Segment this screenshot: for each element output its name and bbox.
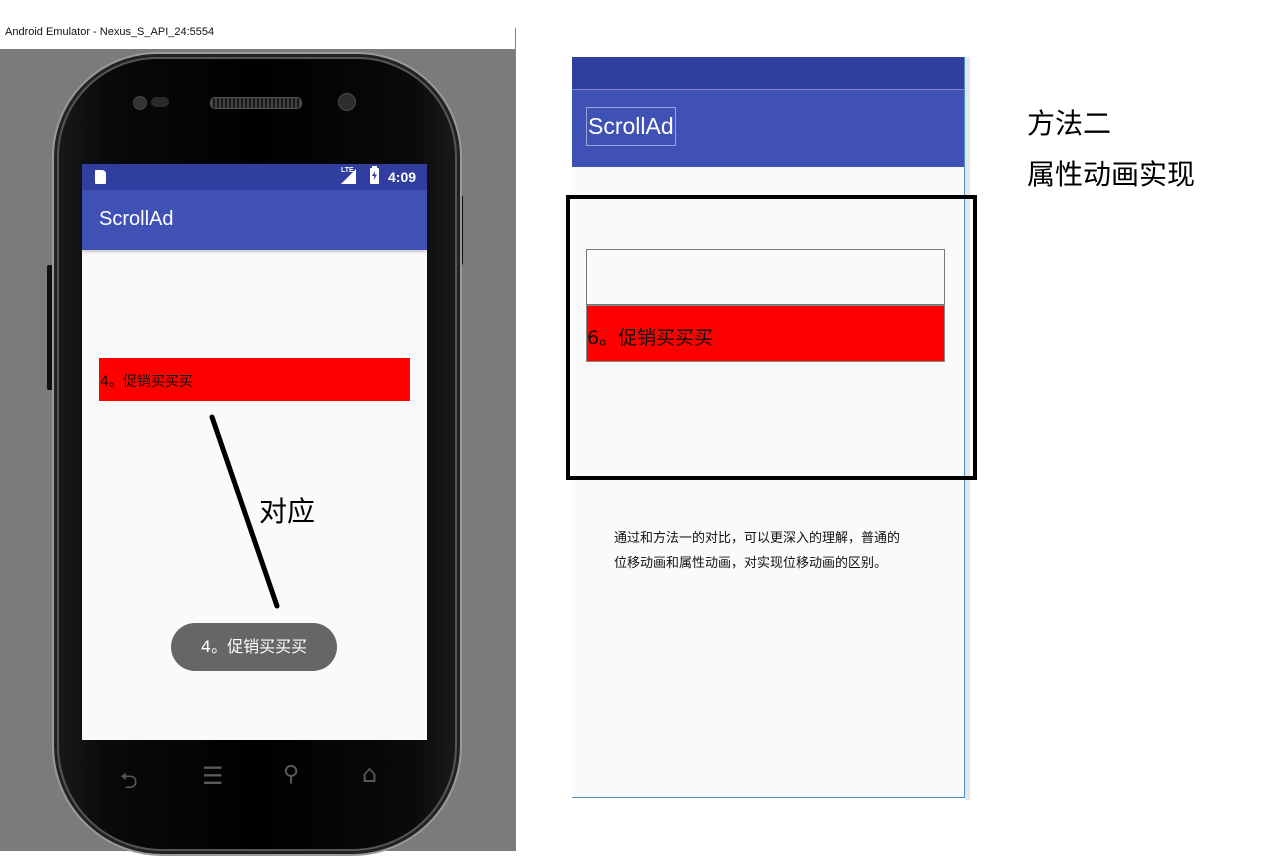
preview-app-title[interactable]: ScrollAd [586, 107, 676, 146]
preview-status-bar [572, 57, 964, 90]
annotation-label: 对应 [259, 495, 316, 528]
explanation-note: 通过和方法一的对比，可以更深入的理解，普通的位移动画和属性动画，对实现位移动画的… [614, 531, 901, 571]
method-subtitle: 属性动画实现 [1027, 158, 1196, 191]
method-title: 方法二 [1027, 107, 1112, 140]
highlight-box [566, 195, 977, 480]
preview-app-bar: ScrollAd [572, 90, 964, 167]
